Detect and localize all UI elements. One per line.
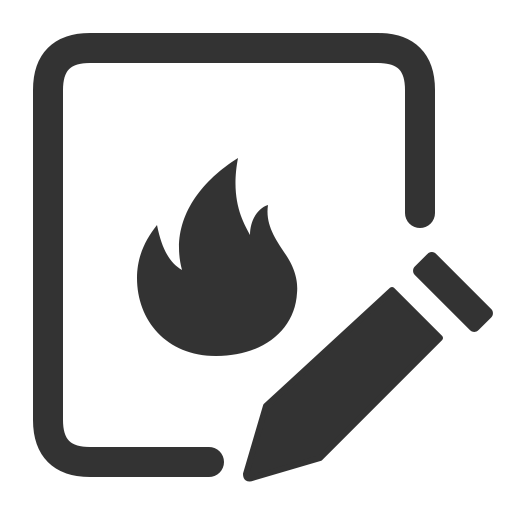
fire-icon	[137, 158, 298, 356]
icon-canvas	[0, 0, 512, 512]
edit-fire-document-icon	[33, 33, 493, 482]
